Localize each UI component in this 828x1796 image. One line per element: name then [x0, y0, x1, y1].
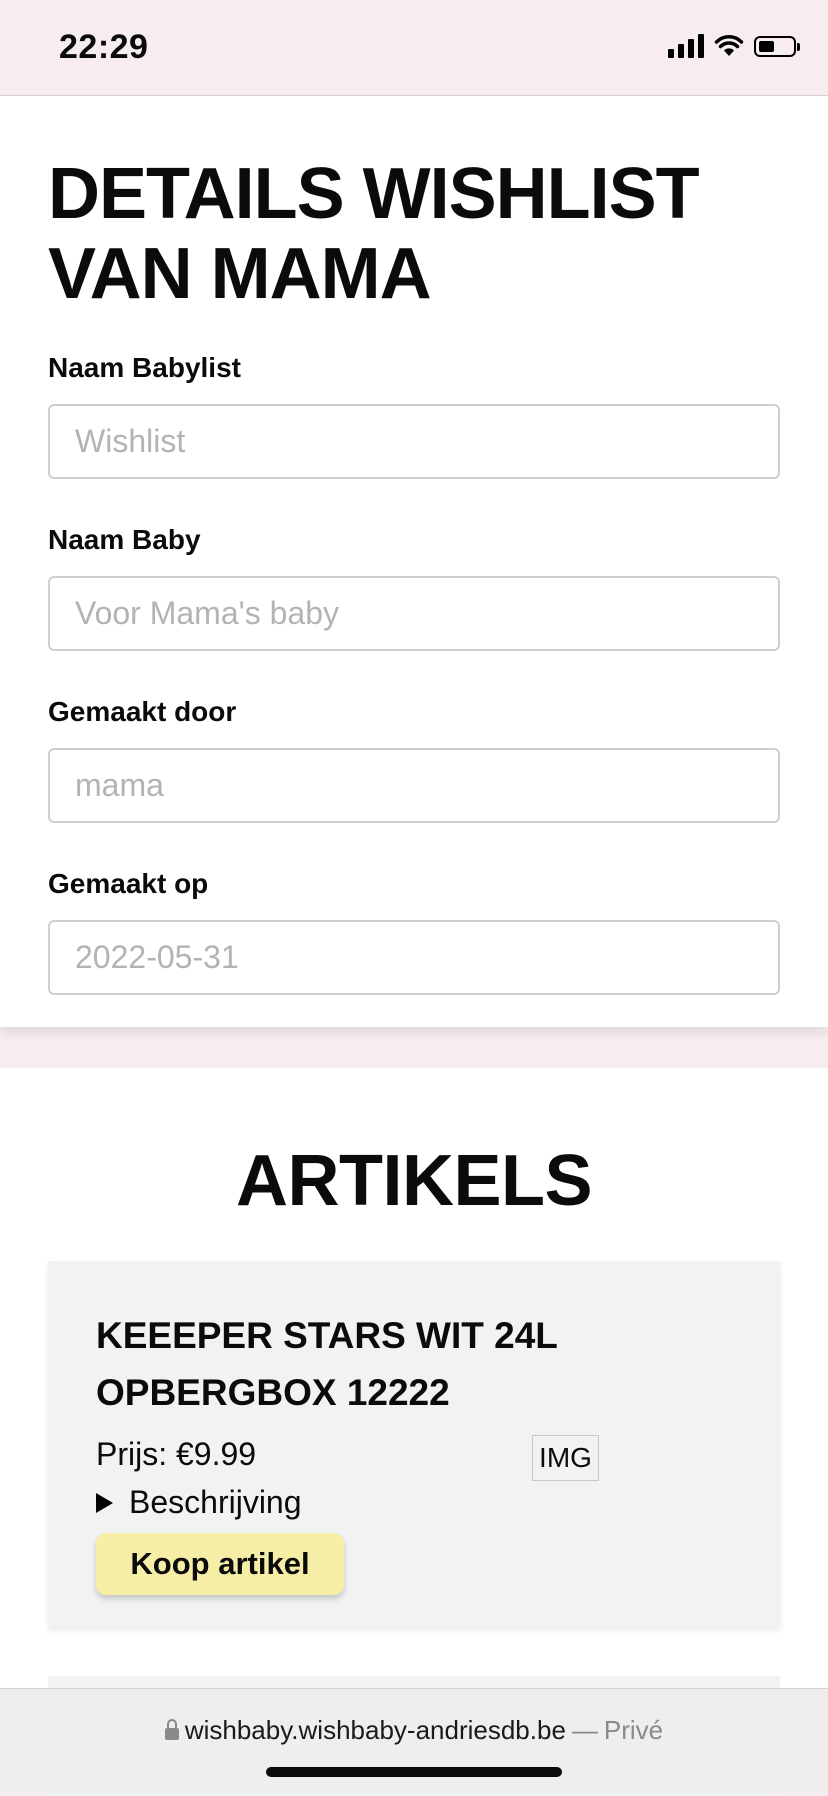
articles-title: ARTIKELS: [236, 1141, 593, 1221]
url-separator: —: [571, 1715, 598, 1745]
status-icons: [668, 34, 800, 58]
article-card: KEEEPER STARS WIT 24L OPBERGBOX 12222 Pr…: [48, 1261, 780, 1628]
url-domain: wishbaby.wishbaby-andriesdb.be: [184, 1715, 566, 1745]
created-by-input[interactable]: [48, 748, 780, 823]
created-on-input[interactable]: [48, 920, 780, 995]
babylist-name-input[interactable]: [48, 404, 780, 479]
browser-address-bar[interactable]: wishbaby.wishbaby-andriesdb.be — Privé: [0, 1688, 828, 1793]
baby-name-input[interactable]: [48, 576, 780, 651]
url-row[interactable]: wishbaby.wishbaby-andriesdb.be — Privé: [0, 1715, 828, 1746]
page-title: DETAILS WISHLIST VAN MAMA: [48, 154, 700, 314]
buy-article-button[interactable]: Koop artikel: [96, 1533, 344, 1595]
home-indicator[interactable]: [266, 1767, 562, 1777]
article-image: IMG: [532, 1435, 599, 1481]
created-by-label: Gemaakt door: [48, 696, 237, 727]
description-toggle[interactable]: Beschrijving: [96, 1484, 302, 1521]
babylist-name-label: Naam Babylist: [48, 352, 241, 383]
lock-icon: [164, 1718, 179, 1740]
wishlist-details-card: DETAILS WISHLIST VAN MAMA Naam Babylist …: [0, 96, 828, 1027]
battery-level: [759, 40, 774, 52]
description-label: Beschrijving: [129, 1484, 302, 1520]
created-on-label: Gemaakt op: [48, 868, 209, 899]
wifi-icon: [714, 35, 744, 56]
status-bar: 22:29: [0, 0, 828, 96]
article-name: KEEEPER STARS WIT 24L OPBERGBOX 12222: [96, 1315, 558, 1413]
disclosure-triangle-icon: [96, 1492, 113, 1513]
private-mode-label: Privé: [603, 1715, 664, 1745]
battery-icon: [754, 35, 800, 57]
signal-icon: [668, 34, 704, 58]
baby-name-label: Naam Baby: [48, 524, 201, 555]
status-time: 22:29: [59, 28, 149, 66]
article-price: Prijs: €9.99: [96, 1436, 257, 1472]
articles-section: ARTIKELS KEEEPER STARS WIT 24L OPBERGBOX…: [0, 1068, 828, 1796]
